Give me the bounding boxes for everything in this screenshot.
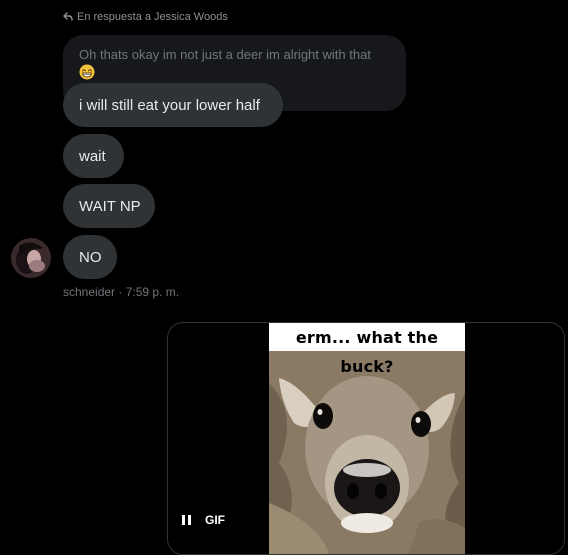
grinning-face-emoji-icon — [79, 64, 95, 80]
gif-message[interactable]: erm... what the buck? GIF — [167, 322, 565, 555]
reply-reference[interactable]: En respuesta a Jessica Woods — [63, 11, 228, 23]
gif-badge: GIF — [205, 513, 225, 527]
message-bubble[interactable]: NO — [63, 235, 117, 279]
quoted-message-text: Oh thats okay im not just a deer im alri… — [79, 47, 371, 62]
gif-controls: GIF — [182, 513, 225, 527]
message-text: NO — [79, 248, 102, 266]
message-text: WAIT NP — [79, 197, 141, 215]
message-bubble[interactable]: wait — [63, 134, 124, 178]
reply-reference-label: En respuesta a Jessica Woods — [77, 11, 228, 23]
message-meta: schneider · 7:59 p. m. — [63, 285, 180, 299]
pause-icon[interactable] — [182, 515, 191, 525]
avatar-image — [11, 238, 51, 278]
gif-image[interactable]: erm... what the buck? — [269, 323, 465, 554]
reply-arrow-icon — [63, 12, 73, 21]
gif-caption: erm... what the buck? — [269, 323, 465, 376]
message-text: i will still eat your lower half — [79, 96, 260, 114]
message-bubble[interactable]: WAIT NP — [63, 184, 155, 228]
quoted-message-body: Oh thats okay im not just a deer im alri… — [79, 46, 392, 84]
message-bubble[interactable]: i will still eat your lower half — [63, 83, 283, 127]
avatar[interactable] — [11, 238, 51, 278]
message-text: wait — [79, 147, 106, 165]
